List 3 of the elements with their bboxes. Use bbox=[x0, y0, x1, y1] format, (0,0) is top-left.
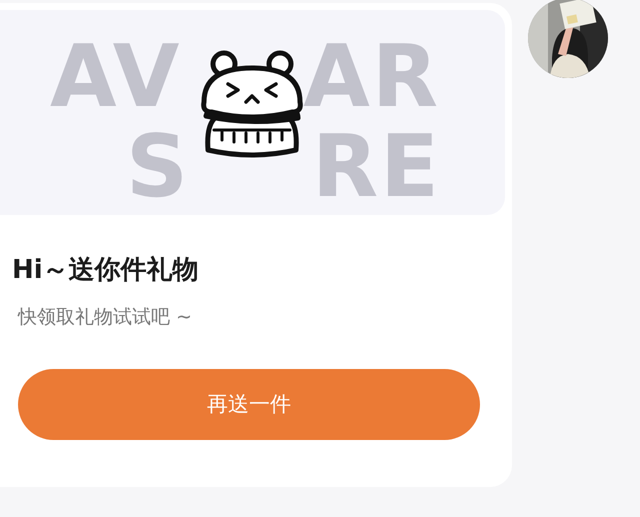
card-title: Hi～送你件礼物 bbox=[12, 255, 199, 286]
send-again-button[interactable]: 再送一件 bbox=[18, 368, 480, 440]
card-subtitle: 快领取礼物试试吧 ~ bbox=[18, 306, 192, 329]
